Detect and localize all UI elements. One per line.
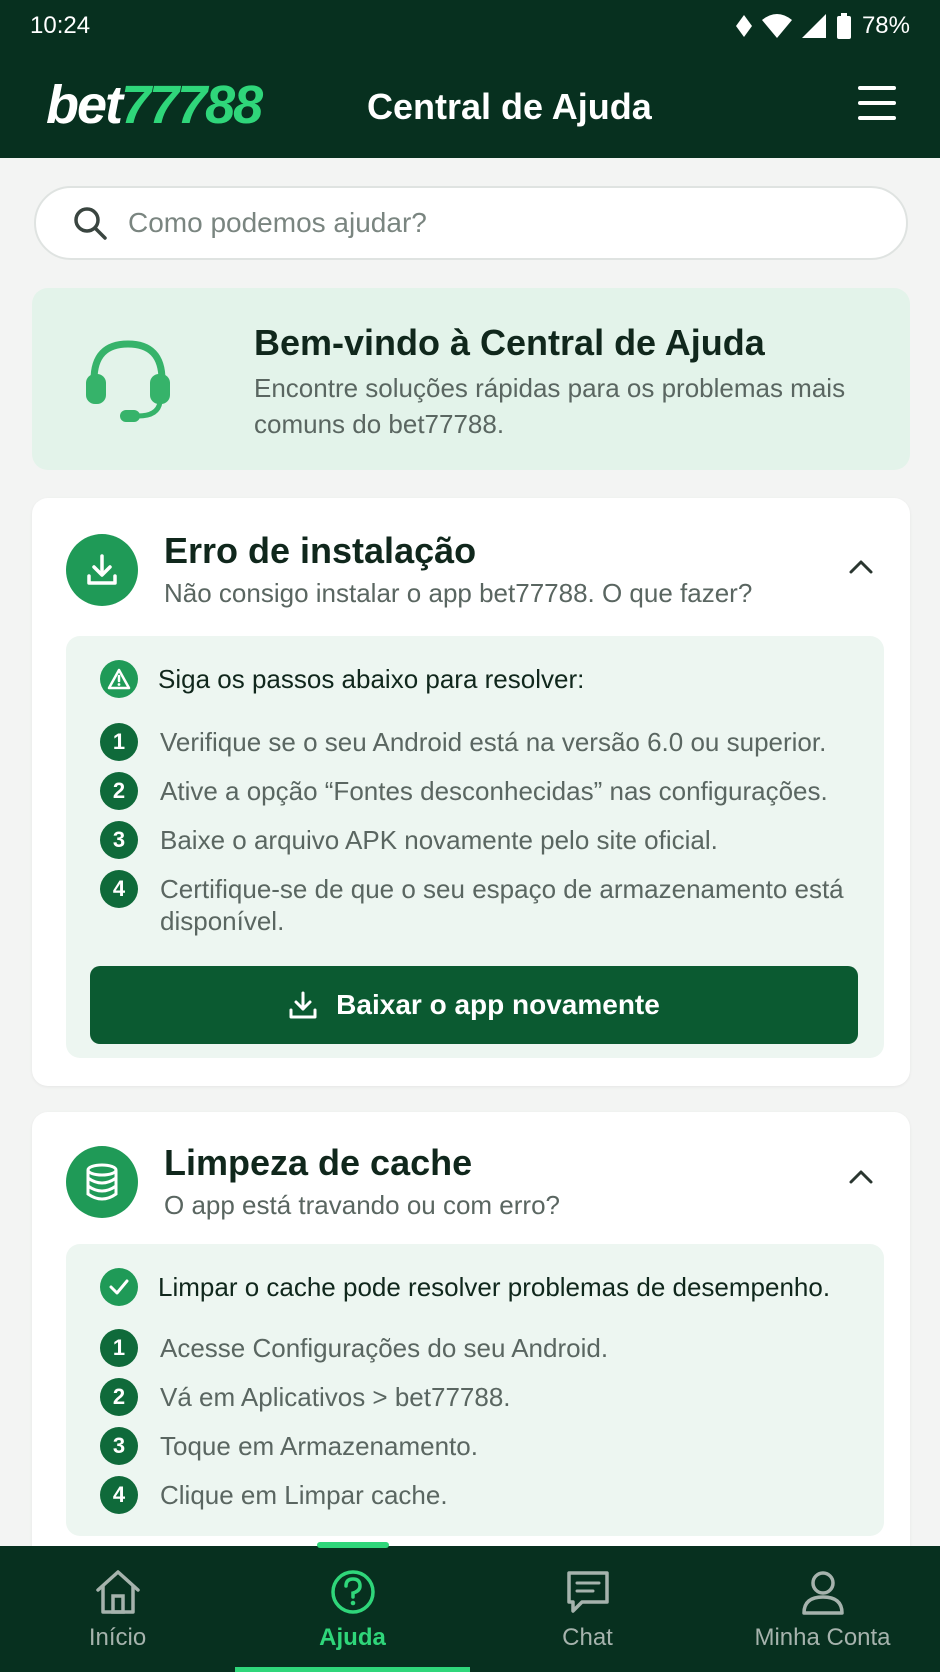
answer-panel: Limpar o cache pode resolver problemas d… bbox=[66, 1244, 884, 1536]
step-number: 1 bbox=[100, 723, 138, 761]
list-item: 1 Verifique se o seu Android está na vers… bbox=[100, 723, 850, 761]
panel-intro: Siga os passos abaixo para resolver: bbox=[100, 660, 584, 698]
list-item: 1 Acesse Configurações do seu Android. bbox=[100, 1329, 850, 1367]
status-time: 10:24 bbox=[30, 12, 91, 39]
nav-item-home[interactable]: Início bbox=[0, 1546, 235, 1672]
menu-icon-line bbox=[858, 101, 896, 105]
nav-label: Minha Conta bbox=[754, 1624, 891, 1651]
download-icon bbox=[289, 991, 317, 1019]
step-text: Certifique-se de que o seu espaço de arm… bbox=[160, 874, 844, 936]
card-title: Erro de instalação bbox=[164, 530, 477, 571]
app-header: bet77788 Central de Ajuda bbox=[0, 52, 940, 158]
check-circle-icon bbox=[100, 1268, 138, 1306]
home-icon bbox=[95, 1570, 140, 1614]
database-icon bbox=[66, 1146, 138, 1218]
card-title: Limpeza de cache bbox=[164, 1142, 473, 1183]
user-icon bbox=[801, 1571, 844, 1615]
step-text: Acesse Configurações do seu Android. bbox=[160, 1333, 609, 1363]
help-icon bbox=[330, 1570, 375, 1614]
nav-label: Início bbox=[88, 1624, 147, 1651]
nav-item-chat[interactable]: Chat bbox=[470, 1546, 705, 1672]
wifi-icon bbox=[761, 14, 792, 38]
search-icon bbox=[74, 207, 107, 240]
download-again-label: Baixar o app novamente bbox=[336, 989, 660, 1020]
list-item: 4 Certifique-se de que o seu espaço de ar… bbox=[100, 870, 850, 937]
step-number: 2 bbox=[100, 772, 138, 810]
nav-label: Ajuda bbox=[319, 1624, 386, 1651]
download-icon bbox=[66, 534, 138, 606]
list-item: 4 Clique em Limpar cache. bbox=[100, 1476, 850, 1514]
answer-panel: Siga os passos abaixo para resolver: 1 Ve… bbox=[66, 636, 884, 1058]
step-number: 1 bbox=[100, 1329, 138, 1367]
step-number: 4 bbox=[100, 1476, 138, 1514]
battery-icon bbox=[836, 13, 851, 39]
logo-prefix: bet bbox=[46, 75, 123, 135]
nav-item-help[interactable]: Ajuda bbox=[235, 1542, 470, 1672]
welcome-title: Bem-vindo à Central de Ajuda bbox=[254, 322, 765, 363]
logo-number: 77788 bbox=[121, 75, 263, 135]
step-number: 3 bbox=[100, 1427, 138, 1465]
card-subtitle: O app está travando ou com erro? bbox=[164, 1190, 561, 1220]
step-number: 4 bbox=[100, 870, 138, 908]
signal-icon bbox=[801, 14, 826, 38]
search-input[interactable] bbox=[128, 207, 828, 239]
panel-intro-text: Limpar o cache pode resolver problemas d… bbox=[158, 1271, 831, 1302]
headset-icon bbox=[86, 340, 170, 422]
status-bar: 10:24 78% bbox=[0, 0, 940, 52]
list-item: 3 Baixe o arquivo APK novamente pelo site… bbox=[100, 821, 850, 859]
status-icons: 78% bbox=[735, 12, 910, 40]
welcome-text: Encontre soluções rápidas para os proble… bbox=[254, 373, 846, 439]
step-number: 3 bbox=[100, 821, 138, 859]
battery-level: 78% bbox=[861, 12, 910, 39]
chat-icon bbox=[566, 1571, 609, 1613]
step-text: Vá em Aplicativos > bet77788. bbox=[160, 1382, 511, 1412]
location-icon bbox=[735, 15, 752, 37]
list-item: 3 Toque em Armazenamento. bbox=[100, 1427, 850, 1465]
panel-intro-text: Siga os passos abaixo para resolver: bbox=[158, 663, 585, 694]
faq-card-installation: Erro de instalação Não consigo instalar … bbox=[32, 498, 910, 1086]
page-title: Central de Ajuda bbox=[367, 86, 652, 127]
step-text: Ative a opção “Fontes desconhecidas” nas… bbox=[160, 776, 828, 806]
menu-icon-line bbox=[858, 116, 896, 120]
step-text: Toque em Armazenamento. bbox=[160, 1431, 478, 1461]
nav-item-account[interactable]: Minha Conta bbox=[705, 1546, 940, 1672]
search-bar[interactable] bbox=[34, 186, 908, 260]
list-item: 2 Ative a opção “Fontes desconhecidas” na… bbox=[100, 772, 850, 810]
warning-icon bbox=[100, 660, 138, 698]
brand-logo[interactable]: bet77788 bbox=[46, 74, 263, 136]
menu-button[interactable] bbox=[858, 86, 896, 120]
chevron-up-icon[interactable] bbox=[846, 1162, 876, 1192]
step-text: Verifique se o seu Android está na versã… bbox=[160, 727, 827, 757]
step-text: Baixe o arquivo APK novamente pelo site … bbox=[160, 825, 718, 855]
chevron-up-icon[interactable] bbox=[846, 552, 876, 582]
panel-intro: Limpar o cache pode resolver problemas d… bbox=[100, 1268, 830, 1306]
bottom-nav: Início Ajuda Chat Minha Conta bbox=[0, 1542, 940, 1672]
download-again-button[interactable]: Baixar o app novamente bbox=[90, 966, 858, 1044]
step-number: 2 bbox=[100, 1378, 138, 1416]
welcome-banner: Bem-vindo à Central de Ajuda Encontre so… bbox=[32, 288, 910, 470]
card-subtitle: Não consigo instalar o app bet77788. O q… bbox=[164, 578, 753, 608]
menu-icon-line bbox=[858, 86, 896, 90]
nav-label: Chat bbox=[562, 1624, 613, 1651]
list-item: 2 Vá em Aplicativos > bet77788. bbox=[100, 1378, 850, 1416]
step-text: Clique em Limpar cache. bbox=[160, 1480, 448, 1510]
